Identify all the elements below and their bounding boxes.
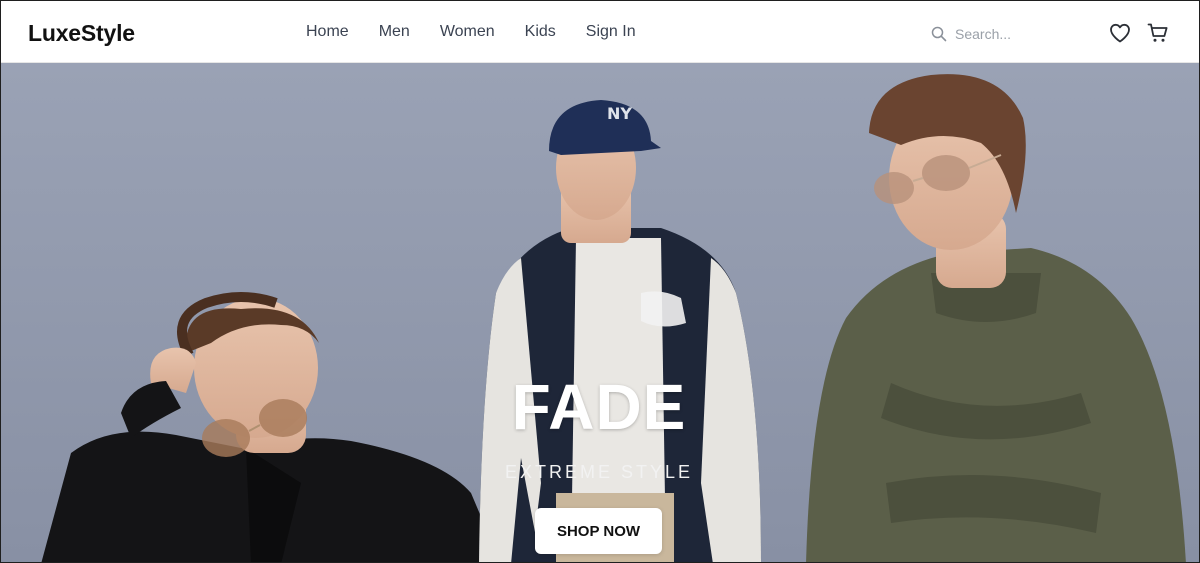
heart-icon[interactable] [1108,21,1132,45]
nav-link-men[interactable]: Men [379,23,410,41]
hero-title: FADE [511,371,687,443]
logo[interactable]: LuxeStyle [28,20,135,47]
search-bar [931,23,1081,45]
nav-link-kids[interactable]: Kids [525,23,556,41]
svg-text:NY: NY [607,104,632,123]
nav-link-home[interactable]: Home [306,23,349,41]
search-icon[interactable] [931,26,947,42]
hero-image: NY [1,63,1199,562]
hero-banner: NY FADE EXTREME STYLE SHOP NOW [1,63,1199,562]
search-input[interactable] [955,26,1075,42]
shop-now-button[interactable]: SHOP NOW [535,508,662,554]
nav-link-women[interactable]: Women [440,23,495,41]
nav-link-sign-in[interactable]: Sign In [586,23,636,41]
page: LuxeStyle Home Men Women Kids Sign In Se… [0,0,1200,563]
navbar: LuxeStyle Home Men Women Kids Sign In [1,1,1199,63]
cart-icon[interactable] [1146,21,1170,45]
hero-subtitle: EXTREME STYLE [504,462,694,482]
main-nav: Home Men Women Kids Sign In [306,23,636,41]
